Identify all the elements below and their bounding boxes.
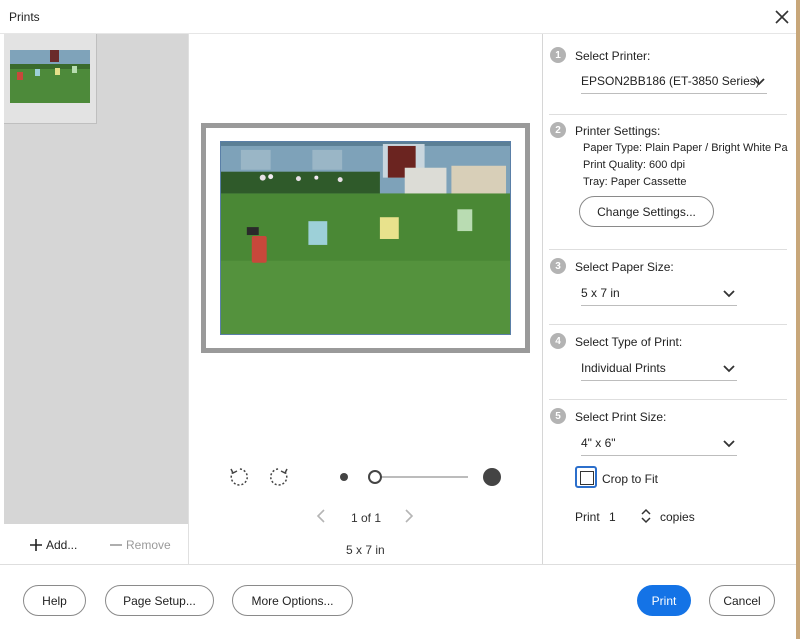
paper-size-dropdown[interactable]: 5 x 7 in — [581, 282, 737, 306]
cancel-button[interactable]: Cancel — [709, 585, 775, 616]
chevron-down-icon — [753, 78, 765, 86]
zoom-out-indicator — [340, 473, 348, 481]
step-number-2: 2 — [550, 122, 566, 138]
select-print-size-label: Select Print Size: — [575, 410, 667, 424]
thumbnail-footer: Add... Remove — [4, 524, 188, 564]
panel-divider — [542, 34, 543, 564]
select-printer-label: Select Printer: — [575, 49, 651, 63]
close-icon — [775, 10, 789, 24]
change-settings-button[interactable]: Change Settings... — [579, 196, 714, 227]
print-preview-page — [201, 123, 530, 353]
page-setup-label: Page Setup... — [123, 593, 196, 608]
help-button[interactable]: Help — [23, 585, 86, 616]
tray-text: Tray: Paper Cassette — [583, 176, 687, 188]
paper-type-text: Paper Type: Plain Paper / Bright White P… — [583, 142, 788, 154]
background-window-edge — [796, 0, 800, 639]
select-print-type-label: Select Type of Print: — [575, 335, 683, 349]
title-bar: Prints — [0, 0, 800, 34]
chevron-right-icon — [405, 509, 414, 523]
preview-photo — [220, 141, 511, 335]
chevron-down-icon — [723, 290, 735, 298]
copies-unit-label: copies — [660, 510, 695, 524]
printer-value: EPSON2BB186 (ET-3850 Series) — [581, 74, 760, 88]
help-label: Help — [42, 593, 67, 608]
page-setup-button[interactable]: Page Setup... — [105, 585, 214, 616]
zoom-slider-track[interactable] — [374, 476, 468, 478]
next-page-button[interactable] — [404, 509, 414, 526]
select-paper-size-label: Select Paper Size: — [575, 260, 674, 274]
step-number-4: 4 — [550, 333, 566, 349]
zoom-slider-handle[interactable] — [368, 470, 382, 484]
add-button[interactable]: Add... — [30, 538, 77, 552]
step-number-3: 3 — [550, 258, 566, 274]
thumbnail-image — [10, 50, 90, 103]
close-button[interactable] — [772, 7, 792, 27]
chevron-left-icon — [316, 509, 325, 523]
copies-input[interactable]: 1 — [609, 510, 616, 524]
crop-to-fit-label: Crop to Fit — [602, 472, 659, 486]
section-separator — [549, 399, 787, 400]
copies-prefix-label: Print — [575, 510, 600, 524]
print-label: Print — [651, 593, 677, 608]
zoom-in-indicator — [483, 468, 501, 486]
photo-thumbnail[interactable] — [4, 34, 97, 124]
cancel-label: Cancel — [723, 593, 761, 608]
print-size-value: 4" x 6" — [581, 436, 616, 450]
minus-icon — [110, 544, 122, 546]
step-number-5: 5 — [550, 408, 566, 424]
add-label: Add... — [46, 538, 78, 552]
print-button[interactable]: Print — [637, 585, 691, 616]
printer-dropdown[interactable]: EPSON2BB186 (ET-3850 Series) — [581, 70, 767, 94]
spinner-icon[interactable] — [640, 508, 652, 524]
more-options-button[interactable]: More Options... — [232, 585, 353, 616]
change-settings-label: Change Settings... — [597, 204, 696, 219]
printer-settings-label: Printer Settings: — [575, 124, 661, 138]
remove-label: Remove — [126, 538, 171, 552]
crop-to-fit-checkbox[interactable] — [575, 466, 597, 488]
window-title: Prints — [9, 10, 40, 24]
plus-icon — [30, 539, 42, 551]
page-indicator: 1 of 1 — [351, 511, 382, 525]
chevron-down-icon — [723, 365, 735, 373]
section-separator — [549, 249, 787, 250]
step-number-1: 1 — [550, 47, 566, 63]
more-options-label: More Options... — [251, 593, 334, 608]
rotate-left-icon[interactable] — [228, 466, 250, 488]
previous-page-button[interactable] — [316, 509, 326, 526]
footer-separator — [0, 564, 796, 565]
remove-button[interactable]: Remove — [110, 538, 171, 552]
print-type-dropdown[interactable]: Individual Prints — [581, 357, 737, 381]
rotate-right-icon[interactable] — [268, 466, 290, 488]
section-separator — [549, 324, 787, 325]
print-quality-text: Print Quality: 600 dpi — [583, 159, 686, 171]
thumbnail-panel — [4, 34, 188, 524]
chevron-down-icon — [723, 440, 735, 448]
panel-divider — [188, 34, 189, 564]
print-size-dropdown[interactable]: 4" x 6" — [581, 432, 737, 456]
section-separator — [549, 114, 787, 115]
paper-size-value: 5 x 7 in — [581, 286, 620, 300]
print-type-value: Individual Prints — [581, 361, 666, 375]
paper-size-caption: 5 x 7 in — [346, 543, 385, 557]
